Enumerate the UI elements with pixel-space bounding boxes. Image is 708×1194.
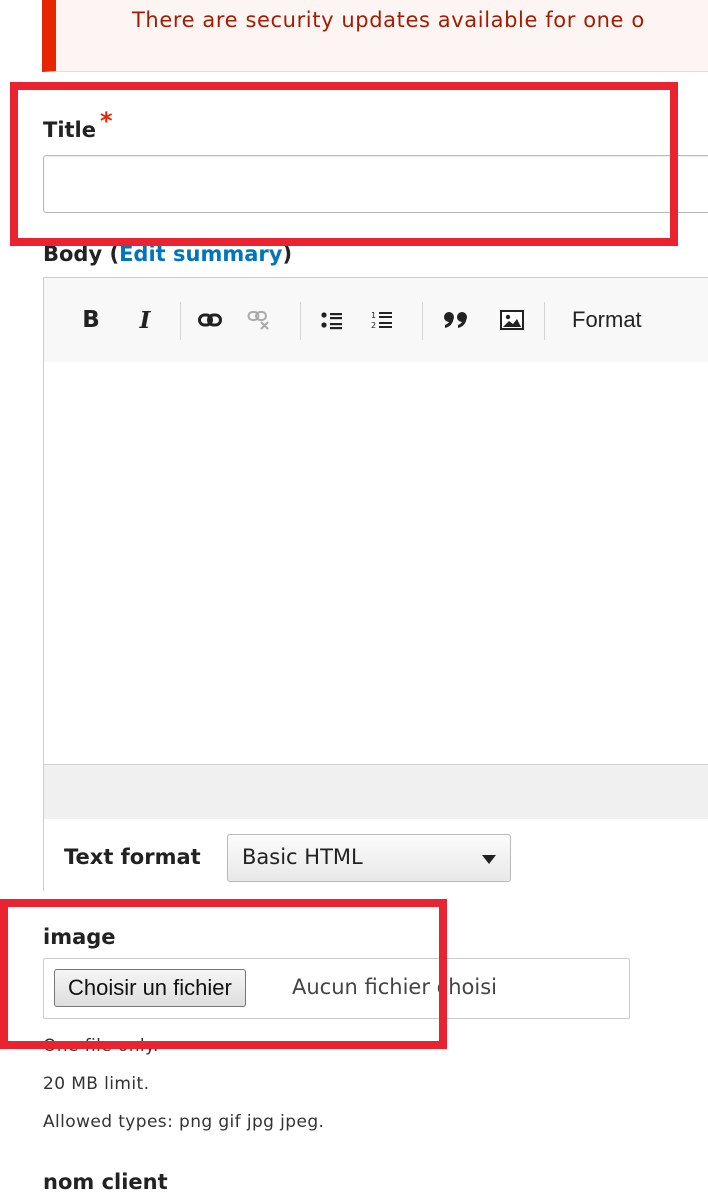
editor-content-area[interactable] — [44, 362, 708, 764]
insert-image-button[interactable] — [494, 300, 530, 340]
toolbar-separator — [544, 302, 545, 340]
text-format-select[interactable]: Basic HTML — [227, 834, 511, 882]
svg-text:2: 2 — [371, 321, 376, 330]
bulleted-list-button[interactable] — [314, 300, 350, 340]
highlight-box-image — [0, 899, 447, 1049]
text-format-selected-value: Basic HTML — [242, 845, 363, 869]
editor-status-bar — [44, 764, 708, 820]
svg-text:1: 1 — [371, 311, 376, 320]
toolbar-separator — [300, 302, 301, 340]
italic-icon: I — [139, 306, 151, 334]
link-button[interactable] — [192, 300, 228, 340]
format-dropdown-label: Format — [572, 307, 642, 332]
blockquote-button[interactable] — [438, 300, 474, 340]
bold-icon: B — [82, 307, 100, 333]
image-icon — [500, 310, 524, 330]
numbered-list-button[interactable]: 1 2 — [364, 300, 400, 340]
security-warning-text: There are security updates available for… — [132, 8, 645, 32]
toolbar-separator — [422, 302, 423, 340]
link-icon — [198, 313, 222, 327]
unlink-button[interactable] — [242, 300, 278, 340]
italic-button[interactable]: I — [130, 300, 160, 340]
bulleted-list-icon — [321, 312, 342, 330]
highlight-box-title — [10, 82, 678, 246]
security-warning-message: There are security updates available for… — [42, 0, 708, 72]
format-dropdown[interactable]: Format — [562, 300, 662, 340]
text-format-label: Text format — [64, 845, 201, 869]
dropdown-arrow-icon — [482, 855, 496, 864]
toolbar-separator — [180, 302, 181, 340]
numbered-list-icon: 1 2 — [371, 311, 392, 330]
bold-button[interactable]: B — [76, 300, 106, 340]
unlink-icon — [247, 311, 269, 330]
blockquote-icon — [444, 312, 467, 328]
file-description-size-limit: 20 MB limit. — [43, 1074, 150, 1094]
body-editor: B I 1 2 Format Text format Basic HTML — [43, 277, 708, 891]
text-format-row: Text format Basic HTML — [44, 819, 708, 891]
file-description-allowed-types: Allowed types: png gif jpg jpeg. — [43, 1112, 325, 1132]
editor-toolbar: B I 1 2 Format — [44, 278, 708, 363]
nom-client-label: nom client — [43, 1170, 168, 1194]
